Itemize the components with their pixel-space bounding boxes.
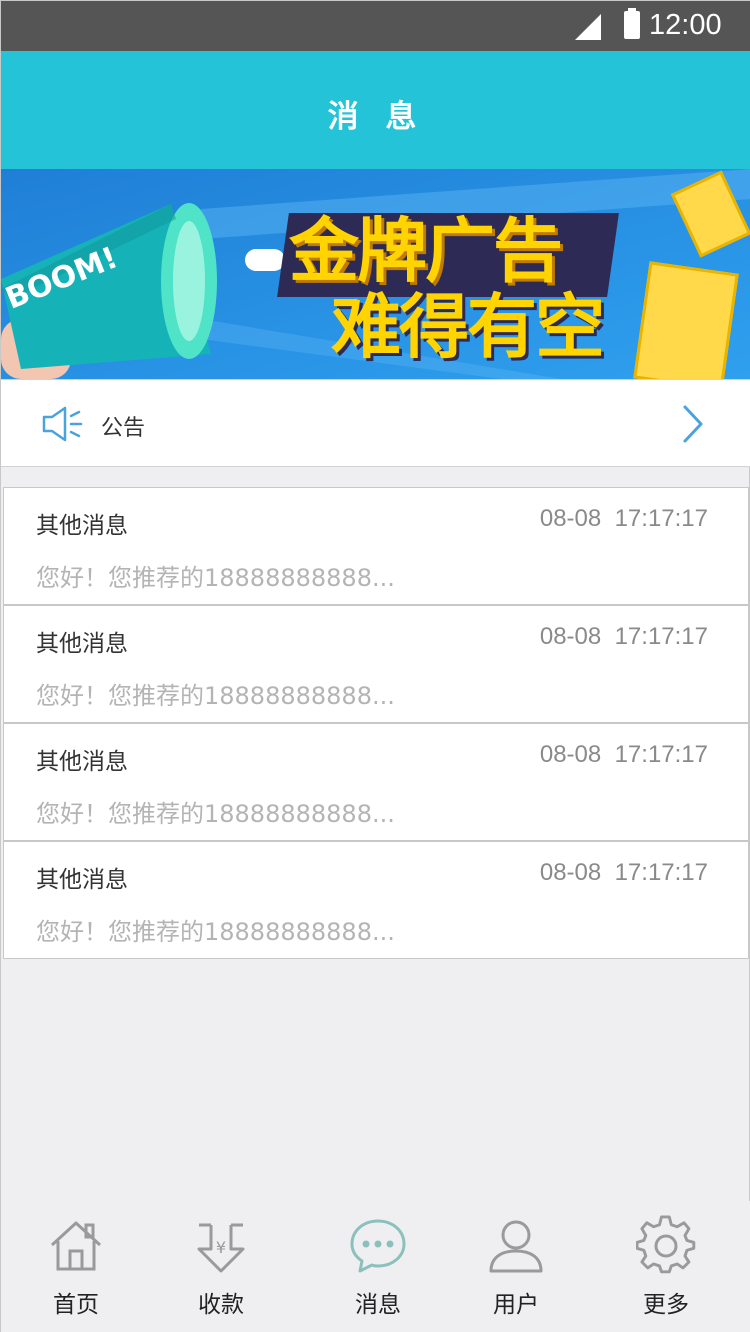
message-time: 08-08 17:17:17 (539, 741, 708, 768)
home-icon (50, 1221, 102, 1271)
user-icon (489, 1220, 543, 1273)
message-title: 其他消息 (36, 749, 128, 775)
message-title: 其他消息 (36, 513, 128, 539)
tab-user[interactable]: 用户 (466, 1201, 566, 1332)
banner-line1: 金牌广告 (289, 210, 563, 292)
svg-text:¥: ¥ (216, 1238, 226, 1257)
message-item[interactable]: 其他消息 08-08 17:17:17 您好！您推荐的18888888888..… (3, 487, 749, 605)
gold-card-large (633, 261, 739, 379)
ad-banner[interactable]: BOOM! 金牌广告 难得有空 (1, 169, 750, 379)
message-time: 08-08 17:17:17 (539, 505, 708, 532)
bottom-tab-bar: 首页 ¥ 收款 消息 用户 更多 (1, 1201, 750, 1332)
gear-icon (636, 1215, 696, 1274)
status-time: 12:00 (649, 9, 722, 41)
chat-bubble-icon (350, 1219, 406, 1273)
message-time: 08-08 17:17:17 (539, 623, 708, 650)
yen-download-icon: ¥ (197, 1223, 245, 1273)
chevron-right-icon (683, 405, 703, 443)
message-preview: 您好！您推荐的18888888888... (36, 564, 395, 592)
title-bar: 消 息 (1, 51, 750, 169)
message-title: 其他消息 (36, 631, 128, 657)
tab-messages-label: 消息 (355, 1292, 401, 1318)
tab-more-label: 更多 (643, 1292, 689, 1318)
tab-messages[interactable]: 消息 (328, 1201, 428, 1332)
message-item[interactable]: 其他消息 08-08 17:17:17 您好！您推荐的18888888888..… (3, 841, 749, 959)
tab-home-label: 首页 (53, 1292, 99, 1318)
notice-label: 公告 (101, 416, 146, 441)
notice-row[interactable]: 公告 (1, 379, 750, 467)
message-preview: 您好！您推荐的18888888888... (36, 800, 395, 828)
page-title: 消 息 (327, 99, 425, 135)
tab-user-label: 用户 (493, 1292, 539, 1318)
tab-payment[interactable]: ¥ 收款 (171, 1201, 271, 1332)
message-preview: 您好！您推荐的18888888888... (36, 918, 395, 946)
message-item[interactable]: 其他消息 08-08 17:17:17 您好！您推荐的18888888888..… (3, 723, 749, 841)
message-title: 其他消息 (36, 867, 128, 893)
battery-icon (624, 8, 640, 39)
signal-icon (575, 14, 601, 40)
tab-more[interactable]: 更多 (616, 1201, 716, 1332)
message-item[interactable]: 其他消息 08-08 17:17:17 您好！您推荐的18888888888..… (3, 605, 749, 723)
status-bar: 12:00 (1, 1, 750, 51)
speaker-icon (42, 406, 83, 442)
message-time: 08-08 17:17:17 (539, 859, 708, 886)
tab-payment-label: 收款 (198, 1292, 244, 1318)
cloud-decoration (245, 249, 285, 271)
tab-home[interactable]: 首页 (26, 1201, 126, 1332)
banner-line2: 难得有空 (331, 286, 605, 368)
message-preview: 您好！您推荐的18888888888... (36, 682, 395, 710)
